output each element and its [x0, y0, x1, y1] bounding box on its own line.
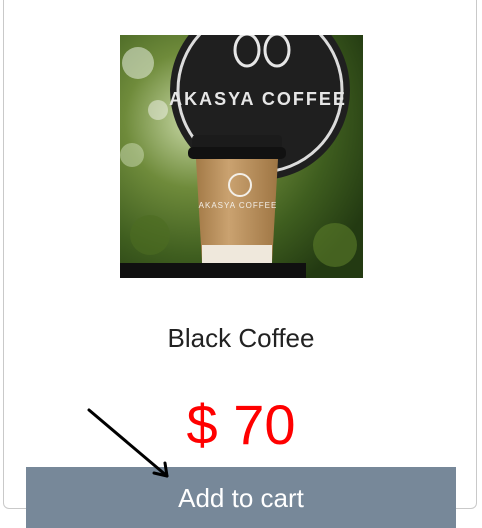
add-to-cart-button[interactable]: Add to cart — [26, 467, 456, 528]
product-price: $ 70 — [186, 393, 296, 456]
svg-text:AKASYA COFFEE: AKASYA COFFEE — [199, 201, 278, 210]
coffee-cup-icon: AKASYA COFFEE — [188, 135, 286, 263]
product-image: AKASYA COFFEE AKASYA COFFEE — [120, 35, 363, 278]
product-name: Black Coffee — [167, 323, 315, 353]
svg-text:AKASYA COFFEE: AKASYA COFFEE — [169, 89, 347, 109]
